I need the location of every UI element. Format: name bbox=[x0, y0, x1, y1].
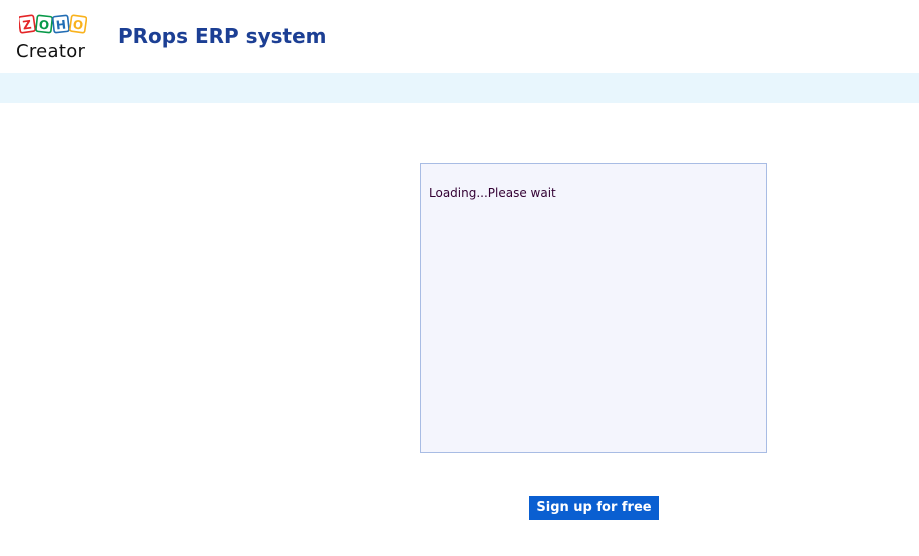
svg-text:H: H bbox=[55, 18, 66, 33]
logo-product-name: Creator bbox=[16, 41, 86, 62]
page-title: PRops ERP system bbox=[118, 24, 327, 48]
logo-tile: Z bbox=[19, 14, 36, 34]
loading-panel: Loading...Please wait bbox=[420, 163, 767, 453]
header-bar: ZOHO Creator PRops ERP system bbox=[0, 0, 919, 73]
svg-text:O: O bbox=[38, 18, 50, 33]
logo-tile: O bbox=[35, 14, 54, 34]
logo-tile: O bbox=[69, 14, 87, 34]
zoho-logo-icon: ZOHO bbox=[19, 14, 87, 34]
loading-message: Loading...Please wait bbox=[429, 186, 556, 200]
header-band bbox=[0, 73, 919, 103]
zoho-creator-logo[interactable]: ZOHO Creator bbox=[14, 12, 94, 64]
svg-text:O: O bbox=[72, 17, 84, 32]
logo-tile: H bbox=[51, 14, 70, 34]
signup-button[interactable]: Sign up for free bbox=[529, 496, 659, 520]
